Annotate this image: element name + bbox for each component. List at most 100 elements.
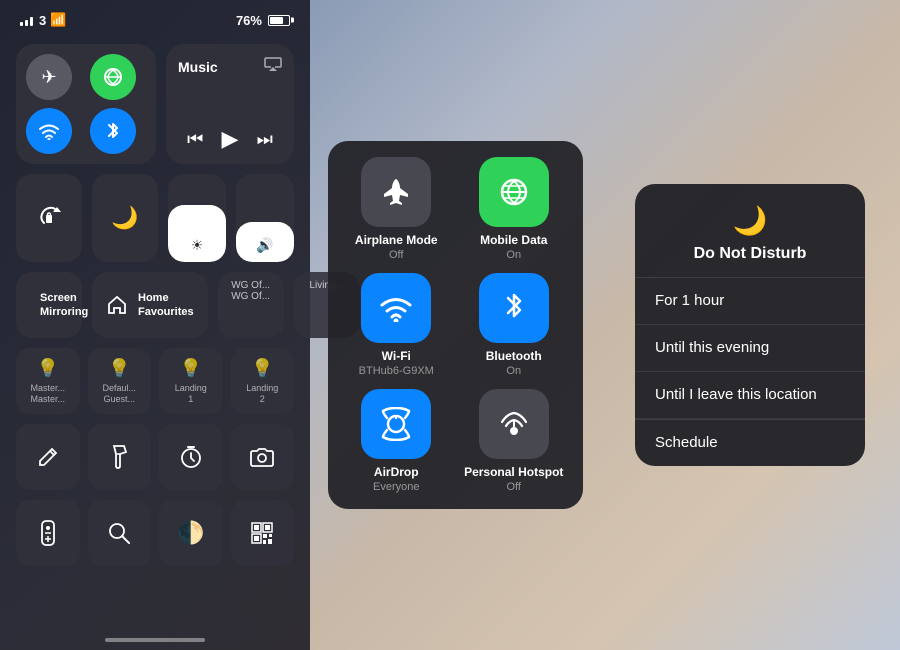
airplane-mode-sublabel: Off	[389, 249, 403, 261]
wifi-toggle[interactable]	[26, 108, 72, 154]
music-prev-button[interactable]: ⏮	[187, 129, 203, 150]
control-center-panel: 3 📶 76% ✈	[0, 0, 310, 650]
bluetooth-large-icon	[503, 291, 525, 325]
default-guest-button[interactable]: 💡 Defaul...Guest...	[88, 348, 152, 414]
airdrop-hotspot-icon-wrap	[479, 389, 549, 459]
bluetooth-icon	[105, 120, 121, 142]
wifi-label: Wi-Fi	[382, 349, 411, 363]
dnd-schedule-button[interactable]: Schedule	[655, 434, 718, 451]
airdrop-airdrop-icon-wrap	[361, 389, 431, 459]
airdrop-hotspot-item[interactable]: Personal Hotspot Off	[461, 389, 567, 493]
music-block[interactable]: Music ⏮ ▶ ⏭	[166, 44, 294, 164]
airplay-icon[interactable]	[264, 56, 282, 77]
remote-icon	[41, 520, 55, 546]
wifi-icon	[38, 122, 60, 140]
wifi-status-icon: 📶	[50, 12, 66, 28]
dark-mode-button[interactable]: 🌓	[159, 500, 223, 566]
wg-label-1: WG Of...WG Of...	[231, 280, 270, 302]
flashlight-button[interactable]	[88, 424, 152, 490]
battery-icon	[268, 15, 290, 26]
connectivity-block: ✈	[16, 44, 156, 164]
qr-scan-button[interactable]	[231, 500, 295, 566]
hotspot-label: Personal Hotspot	[464, 465, 563, 479]
airdrop-label: AirDrop	[374, 465, 419, 479]
dnd-leave-location-option[interactable]: Until I leave this location	[635, 372, 865, 419]
battery-fill	[270, 17, 283, 24]
airplay-svg	[264, 56, 282, 72]
mobile-data-label: Mobile Data	[480, 233, 547, 247]
home-bar	[105, 638, 205, 642]
flashlight-icon	[110, 444, 128, 470]
light-label-2: Defaul...Guest...	[102, 383, 136, 405]
signal-bar-1	[20, 22, 23, 26]
light-icon-1: 💡	[37, 358, 59, 379]
bluetooth-sublabel: On	[506, 365, 521, 377]
landing-1-button[interactable]: 💡 Landing1	[159, 348, 223, 414]
remote-button[interactable]	[16, 500, 80, 566]
airdrop-mobile-item[interactable]: Mobile Data On	[461, 157, 567, 261]
signal-bars	[20, 14, 33, 26]
mobile-data-icon	[498, 176, 530, 208]
row-toggles-sliders: 🌙 ☀ 🔊	[16, 174, 294, 262]
light-icon-4: 💡	[251, 358, 273, 379]
dnd-schedule-wrap: Schedule	[635, 419, 865, 466]
status-left: 3 📶	[20, 12, 66, 28]
dnd-leave-location-label: Until I leave this location	[655, 386, 817, 403]
master-light-button[interactable]: 💡 Master...Master...	[16, 348, 80, 414]
timer-icon	[179, 445, 203, 469]
magnifier-button[interactable]	[88, 500, 152, 566]
row-tools	[16, 424, 294, 490]
dnd-until-evening-label: Until this evening	[655, 339, 769, 356]
airdrop-bluetooth-item[interactable]: Bluetooth On	[461, 273, 567, 377]
qr-icon	[250, 521, 274, 545]
wg-off-1-button[interactable]: WG Of...WG Of...	[218, 272, 284, 338]
volume-slider[interactable]: 🔊	[236, 174, 294, 262]
bluetooth-toggle[interactable]	[90, 108, 136, 154]
row-lights: 💡 Master...Master... 💡 Defaul...Guest...…	[16, 348, 294, 414]
rotation-lock-icon	[36, 205, 62, 231]
mobile-data-icon	[102, 66, 124, 88]
dnd-for-1-hour-label: For 1 hour	[655, 292, 724, 309]
dnd-for-1-hour-option[interactable]: For 1 hour	[635, 278, 865, 325]
camera-icon	[249, 446, 275, 468]
mobile-data-toggle[interactable]	[90, 54, 136, 100]
edit-icon	[36, 445, 60, 469]
airdrop-wifi-item[interactable]: Wi-Fi BTHub6-G9XM	[344, 273, 450, 377]
sliders-block: ☀ 🔊	[168, 174, 294, 262]
camera-button[interactable]	[231, 424, 295, 490]
music-next-button[interactable]: ⏭	[257, 129, 273, 150]
airdrop-airplane-item[interactable]: Airplane Mode Off	[344, 157, 450, 261]
timer-button[interactable]	[159, 424, 223, 490]
dnd-header: 🌙 Do Not Disturb	[635, 184, 865, 278]
music-play-button[interactable]: ▶	[222, 126, 239, 152]
signal-bar-2	[25, 20, 28, 26]
airdrop-bluetooth-icon-wrap	[479, 273, 549, 343]
do-not-disturb-toggle[interactable]: 🌙	[92, 174, 158, 262]
airdrop-sublabel: Everyone	[373, 481, 419, 493]
volume-icon: 🔊	[256, 237, 273, 254]
airplane-icon	[380, 176, 412, 208]
light-label-1: Master...Master...	[30, 383, 65, 405]
note-edit-button[interactable]	[16, 424, 80, 490]
airdrop-mobile-icon-wrap	[479, 157, 549, 227]
wifi-large-icon	[379, 294, 413, 322]
airplane-mode-toggle[interactable]: ✈	[26, 54, 72, 100]
screen-mirroring-button[interactable]: Screen Mirroring	[16, 272, 82, 338]
airdrop-wifi-icon-wrap	[361, 273, 431, 343]
screen-rotation-toggle[interactable]	[16, 174, 82, 262]
brightness-slider[interactable]: ☀	[168, 174, 226, 262]
airdrop-expanded-panel: Airplane Mode Off Mobile Data On	[310, 0, 600, 650]
do-not-disturb-panel: 🌙 Do Not Disturb For 1 hour Until this e…	[600, 0, 900, 650]
cc-grid: ✈	[0, 36, 310, 574]
airdrop-icon	[379, 407, 413, 441]
status-bar: 3 📶 76%	[0, 0, 310, 36]
landing-2-button[interactable]: 💡 Landing2	[231, 348, 295, 414]
home-favourites-button[interactable]: Home Favourites	[92, 272, 208, 338]
light-label-3: Landing1	[175, 383, 207, 405]
dnd-until-evening-option[interactable]: Until this evening	[635, 325, 865, 372]
home-icon	[106, 294, 128, 316]
airdrop-airdrop-item[interactable]: AirDrop Everyone	[344, 389, 450, 493]
home-label: Home Favourites	[138, 291, 194, 320]
row-mirroring-home: Screen Mirroring Home Favourites WG Of..…	[16, 272, 294, 338]
bluetooth-label: Bluetooth	[486, 349, 542, 363]
